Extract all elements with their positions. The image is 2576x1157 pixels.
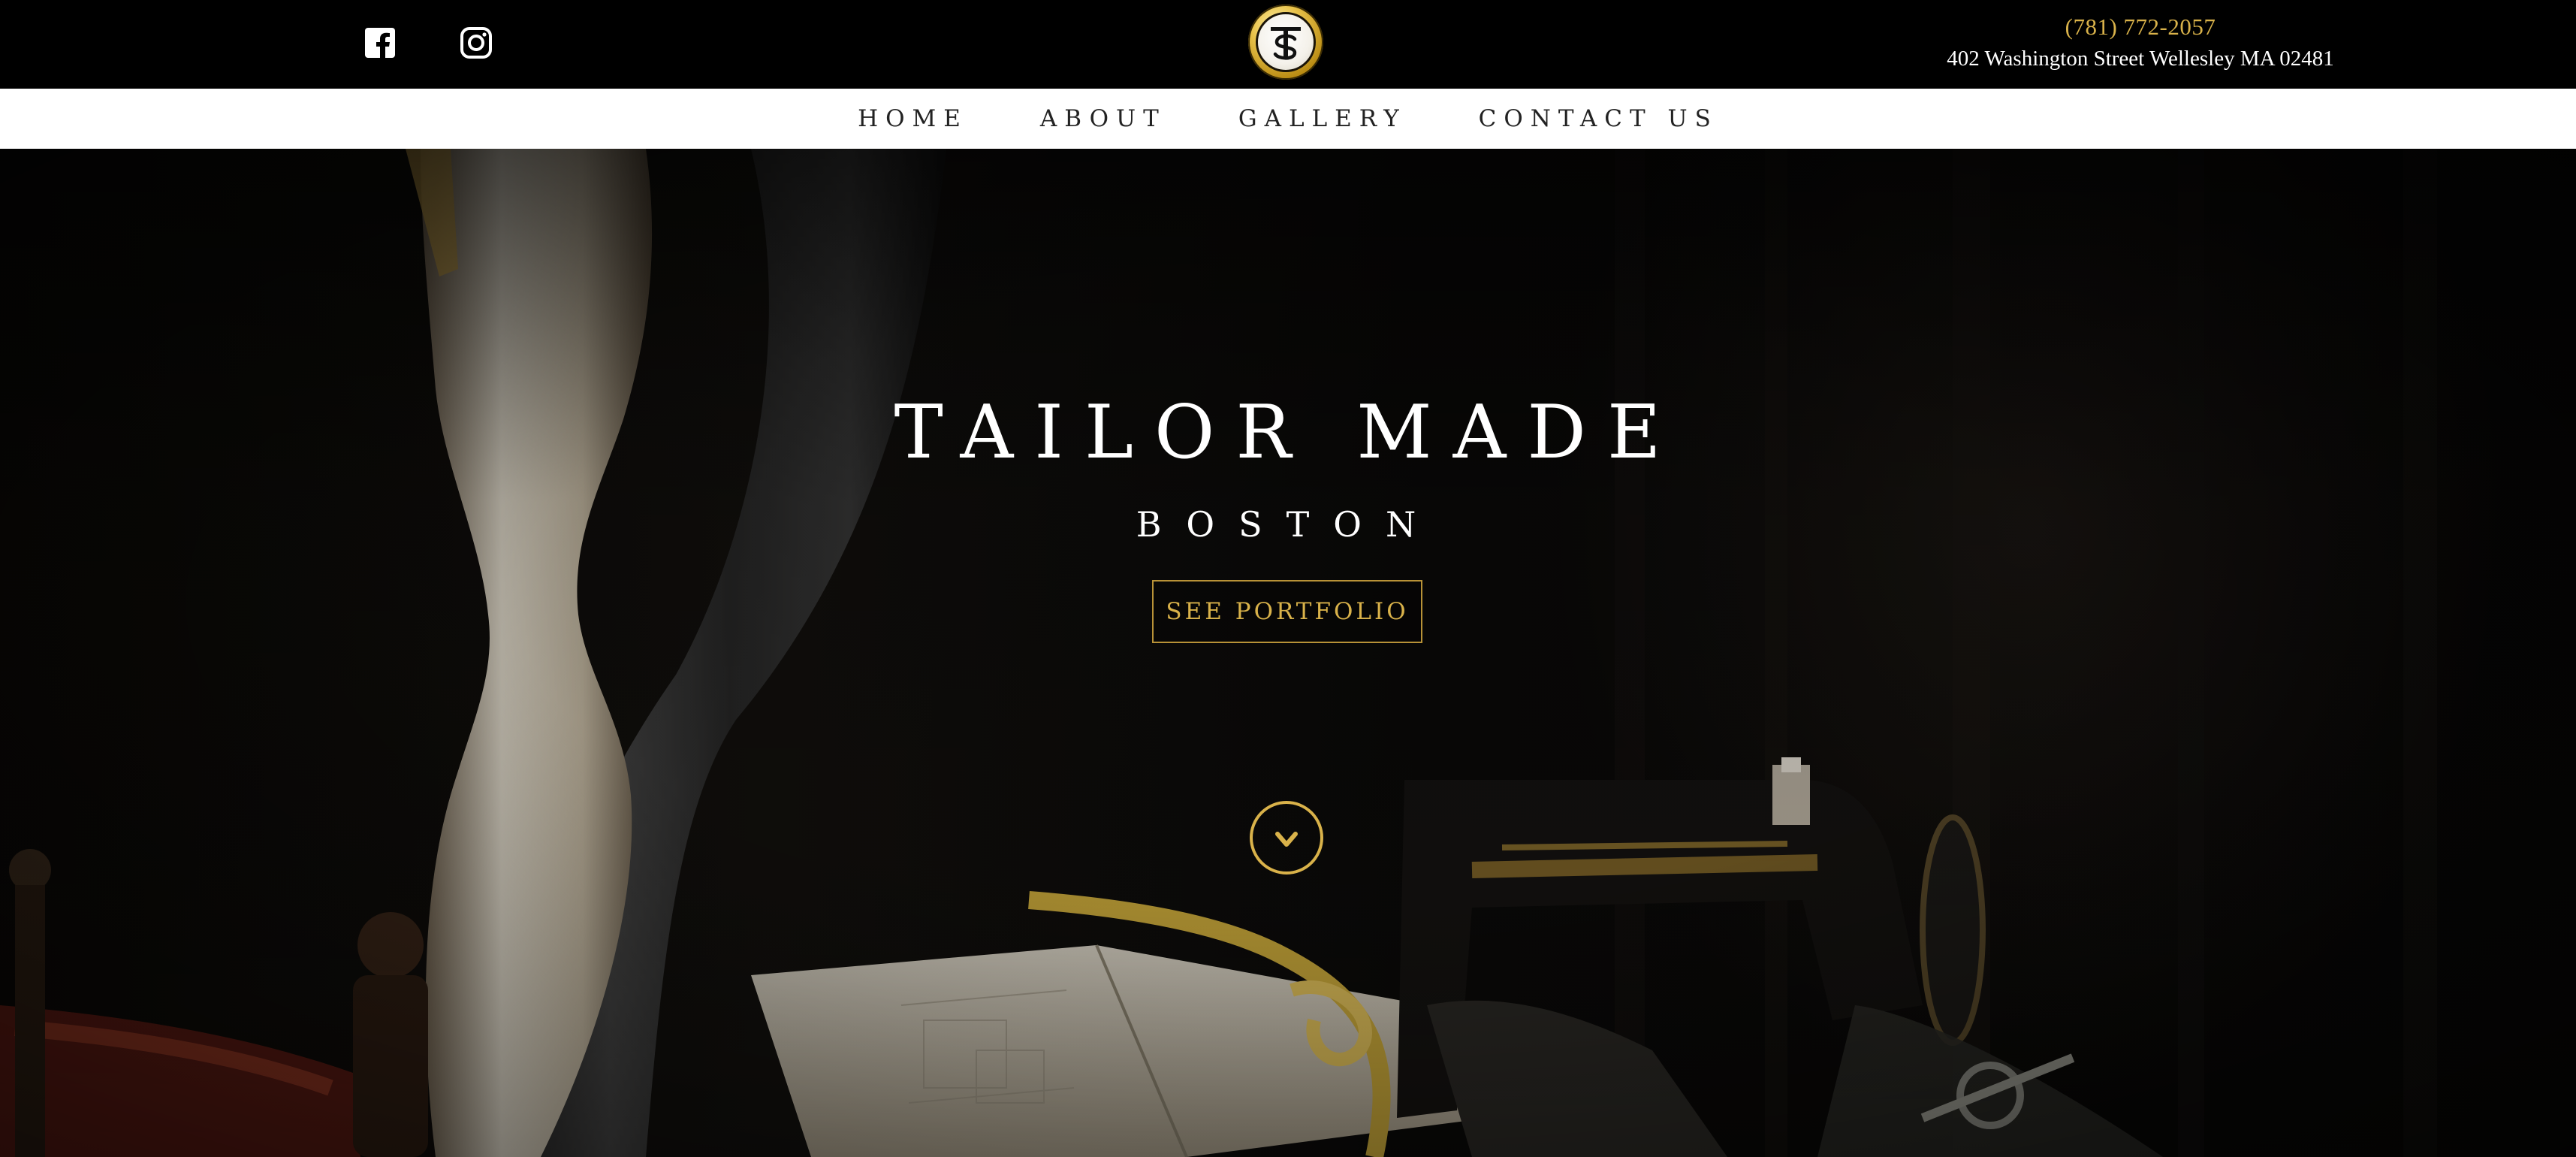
hero-title: TAILOR MADE xyxy=(894,390,1682,476)
ts-monogram-logo[interactable] xyxy=(1248,5,1323,80)
nav-item-gallery[interactable]: GALLERY xyxy=(1238,105,1407,132)
logo-monogram xyxy=(1271,27,1301,60)
page: (781) 772-2057 402 Washington Street Wel… xyxy=(0,0,2576,1157)
nav-item-contact-us[interactable]: CONTACT US xyxy=(1479,105,1718,132)
main-nav: HOME ABOUT GALLERY CONTACT US xyxy=(0,89,2576,149)
scroll-down-button[interactable] xyxy=(1250,801,1323,875)
nav-item-home[interactable]: HOME xyxy=(858,105,968,132)
chevron-down-icon xyxy=(1275,832,1298,847)
hero-background-image xyxy=(0,149,2576,1157)
hero-section: TAILOR MADE BOSTON SEE PORTFOLIO xyxy=(0,149,2576,1157)
hero-subtitle: BOSTON xyxy=(1136,504,1440,545)
street-address: 402 Washington Street Wellesley MA 02481 xyxy=(1947,47,2334,71)
see-portfolio-button[interactable]: SEE PORTFOLIO xyxy=(1152,580,1422,643)
phone-number[interactable]: (781) 772-2057 xyxy=(1930,12,2351,42)
nav-item-about[interactable]: ABOUT xyxy=(1040,105,1166,132)
nav-list: HOME ABOUT GALLERY CONTACT US xyxy=(0,89,2576,149)
top-bar: (781) 772-2057 402 Washington Street Wel… xyxy=(0,0,2576,89)
instagram-icon[interactable] xyxy=(458,25,494,61)
contact-block: (781) 772-2057 402 Washington Street Wel… xyxy=(1930,12,2351,74)
facebook-icon[interactable] xyxy=(362,25,398,61)
